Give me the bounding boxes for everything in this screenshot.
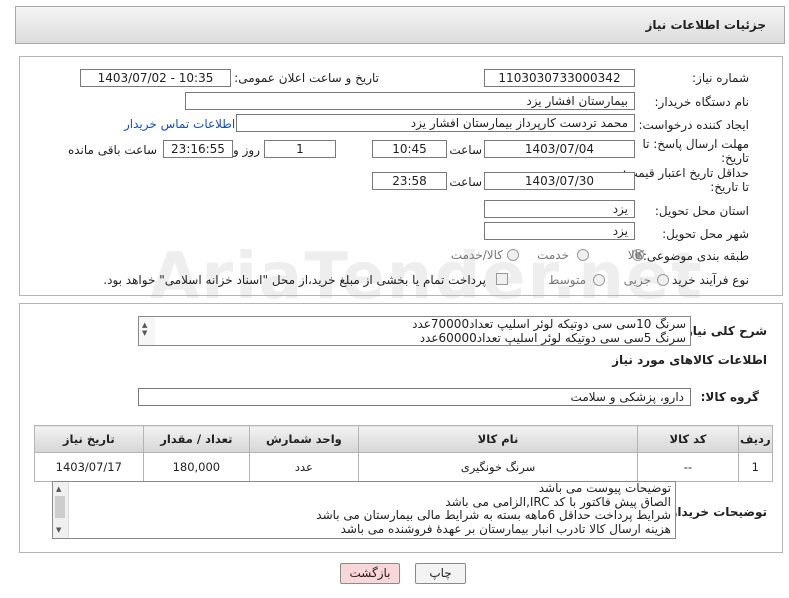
need-number-label: شماره نیاز: xyxy=(692,71,749,85)
deadline-time-field[interactable]: 10:45 xyxy=(372,140,447,158)
row-date: 1403/07/17 xyxy=(34,452,144,482)
validity-label: حداقل تاریخ اعتبار قیمت: تا تاریخ: xyxy=(622,166,749,194)
goods-table: ردیف کد کالا نام کالا واحد شمارش تعداد /… xyxy=(34,425,774,482)
page-title: جزئیات اطلاعات نیاز xyxy=(645,18,766,32)
row-unit: عدد xyxy=(249,452,359,482)
process-small-label: جزیی xyxy=(623,273,651,287)
contact-info-link[interactable]: اطلاعات تماس خریدار xyxy=(124,117,235,131)
city-field[interactable]: یزد xyxy=(484,222,635,240)
scroll-thumb[interactable] xyxy=(55,496,65,518)
announce-label: تاریخ و ساعت اعلان عمومی: xyxy=(234,71,379,85)
row-name: سرنگ خونگیری xyxy=(357,452,639,482)
back-button[interactable]: بازگشت xyxy=(340,563,400,584)
category-service-radio[interactable] xyxy=(577,249,589,261)
summary-textarea[interactable]: سرنگ 10سی سی دوتیکه لوئر اسلیپ تعداد7000… xyxy=(138,316,691,346)
process-medium-radio[interactable] xyxy=(593,274,605,286)
col-date: تاریخ نیاز xyxy=(34,425,144,453)
col-qty: تعداد / مقدار xyxy=(142,425,251,453)
days-label: روز و xyxy=(233,143,260,157)
col-code: کد کالا xyxy=(637,425,739,453)
notes-line-1: توضیحات پیوست می باشد xyxy=(538,481,671,495)
city-label: شهر محل تحویل: xyxy=(662,227,749,241)
print-button[interactable]: چاپ xyxy=(415,563,466,584)
treasury-payment-note: پرداخت تمام یا بخشی از مبلغ خرید،از محل … xyxy=(103,273,486,287)
announce-field[interactable]: 1403/07/02 - 10:35 xyxy=(80,69,231,87)
process-label: نوع فرآیند خرید : xyxy=(664,273,749,287)
buyer-field[interactable]: بیمارستان افشار یزد xyxy=(185,92,635,110)
days-field[interactable]: 1 xyxy=(264,140,336,158)
notes-line-4: هزینه ارسال کالا تادرب انبار بیمارستان ب… xyxy=(340,521,671,536)
process-medium-label: متوسط xyxy=(548,273,586,287)
summary-label: شرح کلی نیاز: xyxy=(681,324,767,338)
category-label: طبقه بندی موضوعی: xyxy=(642,249,749,263)
validity-time-label: ساعت xyxy=(449,175,482,189)
row-index: 1 xyxy=(737,452,774,482)
category-service-label: خدمت xyxy=(537,248,569,262)
category-goods-label: کالا xyxy=(627,248,644,262)
buyer-label: نام دستگاه خریدار: xyxy=(654,95,750,109)
process-small-radio[interactable] xyxy=(657,274,669,286)
col-name: نام کالا xyxy=(357,425,639,453)
row-code: -- xyxy=(637,452,739,482)
notes-scrollbar[interactable]: ▲ ▼ xyxy=(53,482,69,538)
scroll-down-icon[interactable]: ▼ xyxy=(142,326,147,340)
summary-line-1: سرنگ 10سی سی دوتیکه لوئر اسلیپ تعداد7000… xyxy=(412,317,686,331)
summary-scrollbar[interactable]: ▲ ▼ xyxy=(139,317,155,345)
scroll-down-icon[interactable]: ▼ xyxy=(56,524,61,538)
goods-table-header: ردیف کد کالا نام کالا واحد شمارش تعداد /… xyxy=(34,425,774,453)
need-number-field[interactable]: 1103030733000342 xyxy=(484,69,635,87)
remaining-time-field[interactable]: 23:16:55 xyxy=(163,140,233,158)
category-both-label: کالا/خدمت xyxy=(450,248,503,262)
goods-section-title: اطلاعات کالاهای مورد نیاز xyxy=(612,353,767,367)
treasury-payment-checkbox[interactable] xyxy=(496,273,508,285)
deadline-time-label: ساعت xyxy=(449,143,482,157)
remaining-label: ساعت باقی مانده xyxy=(67,143,157,157)
summary-line-2: سرنگ 5سی سی دوتیکه لوئر اسلیپ تعداد60000… xyxy=(419,331,686,345)
creator-label: ایجاد کننده درخواست: xyxy=(638,118,749,132)
category-both-radio[interactable] xyxy=(507,249,519,261)
validity-time-field[interactable]: 23:58 xyxy=(372,172,447,190)
deadline-date-field[interactable]: 1403/07/04 xyxy=(484,140,635,158)
table-row: 1 -- سرنگ خونگیری عدد 180,000 1403/07/17 xyxy=(34,452,774,482)
province-label: استان محل تحویل: xyxy=(654,204,749,218)
goods-group-field[interactable]: دارو، پزشکی و سلامت xyxy=(138,388,691,406)
notes-line-3: شرایط پرداخت حداقل 6ماهه بسته به شرایط م… xyxy=(316,508,671,522)
deadline-label: مهلت ارسال پاسخ: تا تاریخ: xyxy=(642,137,749,165)
row-qty: 180,000 xyxy=(142,452,251,482)
notes-line-2: الصاق پیش فاکتور با کد IRC,الزامی می باش… xyxy=(445,494,671,509)
scroll-up-icon[interactable]: ▲ xyxy=(56,483,61,497)
buyer-notes-label: توضیحات خریدار: xyxy=(665,505,767,519)
province-field[interactable]: یزد xyxy=(484,200,635,218)
page-header: جزئیات اطلاعات نیاز xyxy=(15,6,785,44)
goods-group-label: گروه کالا: xyxy=(700,390,759,404)
validity-date-field[interactable]: 1403/07/30 xyxy=(484,172,635,190)
buyer-notes-textarea[interactable]: توضیحات پیوست می باشد الصاق پیش فاکتور ب… xyxy=(52,481,676,539)
col-index: ردیف xyxy=(737,425,774,453)
col-unit: واحد شمارش xyxy=(249,425,359,453)
creator-field[interactable]: محمد تردست کارپرداز بیمارستان افشار یزد xyxy=(236,114,635,132)
